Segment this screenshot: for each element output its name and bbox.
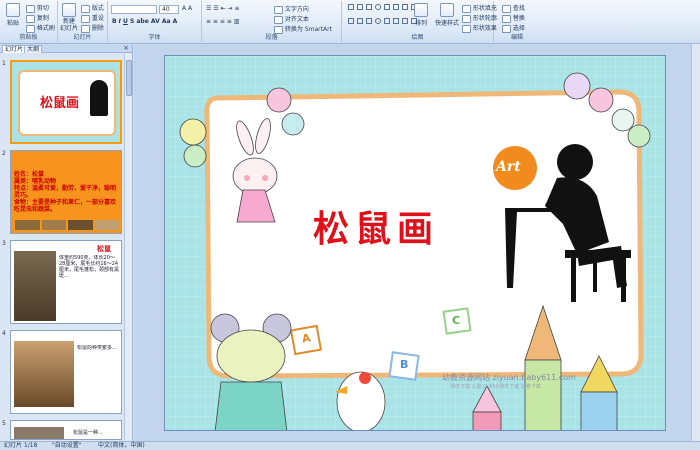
new-slide-button[interactable]: 新建 幻灯片 <box>58 3 80 32</box>
pane-tabs: 幻灯片 大纲 × <box>0 44 132 53</box>
outline-icon <box>462 14 471 23</box>
slide-thumbnail-5[interactable]: 松鼠是一种... <box>10 420 122 440</box>
tab-slides[interactable]: 幻灯片 <box>2 45 27 53</box>
slides-group: 新建 幻灯片 版式 重设 删除 幻灯片 <box>58 1 108 42</box>
thumb-line: 属类：哺乳动物 <box>14 178 57 185</box>
font-size-combo[interactable]: 40 <box>159 5 179 14</box>
slide-number: 2 <box>2 150 6 157</box>
balloon-pink-right <box>588 87 614 113</box>
current-slide[interactable]: Art 松鼠画 A B C 幼教资源网站 ziyuan.baby611.com … <box>164 55 666 431</box>
block-c-letter: C <box>452 314 461 327</box>
editing-group: 查找 替换 选择 编辑 <box>494 1 540 42</box>
list-buttons[interactable]: ☰ ☰ ⇤ ⇥ ≡ <box>206 5 239 12</box>
block-b-letter: B <box>400 358 409 371</box>
scrollbar-thumb[interactable] <box>126 60 132 96</box>
block-a-letter: A <box>300 331 312 346</box>
thumb-text: 体重约590克，体长20～28厘米，尾毛长约16～24厘米，尾毛蓬松，颈部有黑斑… <box>59 255 119 279</box>
watermark-line-2: 课件下载 儿歌 FLASH课件下载 试卷下载 <box>450 384 541 390</box>
quick-styles-button[interactable]: 快速样式 <box>434 3 460 27</box>
balloon-yellow <box>179 118 207 146</box>
slide-number: 5 <box>2 420 6 427</box>
drawing-label: 绘图 <box>411 34 424 41</box>
shapes-gallery[interactable] <box>348 4 417 30</box>
editing-label: 编辑 <box>510 34 523 41</box>
balloon-pink <box>266 87 292 113</box>
ribbon: 粘贴 剪切 复制 格式刷 剪贴板 新建 幻灯片 版式 重设 删除 幻灯片 40 … <box>0 0 700 44</box>
balloon-white <box>611 108 635 132</box>
close-icon[interactable]: × <box>123 44 129 52</box>
balloon-green <box>183 144 207 168</box>
thumb-title: 松鼠 <box>97 245 111 253</box>
slide-thumbnail-1[interactable]: 松鼠画 <box>10 60 122 144</box>
slide-title[interactable]: 松鼠画 <box>313 200 439 252</box>
thumb-line: 姓名：松鼠 <box>14 171 45 178</box>
drawing-group: 排列 快速样式 形状填充 形状轮廓 形状效果 绘图 <box>342 1 497 42</box>
squirrel-photo <box>14 341 74 407</box>
thumb-photos <box>15 220 119 230</box>
align-buttons[interactable]: ≡ ≡ ≡ ≡ ▥ <box>206 18 239 25</box>
layout-button[interactable]: 版式 <box>81 3 104 13</box>
align-text-button[interactable]: 对齐文本 <box>274 14 309 24</box>
slide-thumbnail-2[interactable]: 姓名：松鼠 属类：哺乳动物 特点：温柔可爱，勤劳，爱干净，聪明灵巧。 食物：主要… <box>10 150 122 234</box>
thumb-silhouette <box>90 80 108 116</box>
thumb-text: 松鼠的种类繁多... <box>77 345 117 351</box>
status-bar: 幻灯片 1/18 "自动设置" 中文(简体，中国) <box>0 441 700 449</box>
art-label: Art <box>496 159 521 175</box>
slide-number: 3 <box>2 240 6 247</box>
paste-button[interactable]: 粘贴 <box>2 3 24 27</box>
replace-icon <box>502 14 511 23</box>
align-text-icon <box>274 15 283 24</box>
find-icon <box>502 4 511 13</box>
clipboard-group: 粘贴 剪切 复制 格式刷 剪贴板 <box>0 1 58 42</box>
font-style-buttons[interactable]: B I U S abe AV Aa A <box>112 18 177 25</box>
clipboard-label: 剪贴板 <box>19 34 38 41</box>
grow-font-button[interactable]: A A <box>182 5 192 12</box>
reset-icon <box>81 14 90 23</box>
copy-button[interactable]: 复制 <box>26 13 49 23</box>
slides-pane: 幻灯片 大纲 × 1 松鼠画 2 姓名：松鼠 属类：哺乳动物 特点：温柔可爱，勤… <box>0 44 133 441</box>
slide-thumbnail-3[interactable]: 松鼠 体重约590克，体长20～28厘米，尾毛长约16～24厘米，尾毛蓬松，颈部… <box>10 240 122 324</box>
tab-outline[interactable]: 大纲 <box>24 45 43 53</box>
copy-icon <box>26 14 35 23</box>
balloon-green-right <box>627 124 651 148</box>
text-direction-button[interactable]: 文字方向 <box>274 4 309 14</box>
arrange-button[interactable]: 排列 <box>410 3 432 27</box>
slide-number: 4 <box>2 330 6 337</box>
paste-icon <box>6 3 20 17</box>
paragraph-label: 段落 <box>265 34 278 41</box>
squirrel-photo <box>14 251 56 321</box>
fill-icon <box>462 4 471 13</box>
font-label: 字体 <box>148 34 161 41</box>
scissors-icon <box>26 4 35 13</box>
find-button[interactable]: 查找 <box>502 3 525 13</box>
shape-fill-button[interactable]: 形状填充 <box>462 3 497 13</box>
cut-button[interactable]: 剪切 <box>26 3 49 13</box>
arrange-icon <box>414 3 428 17</box>
font-group: 40 A A B I U S abe AV Aa A 字体 <box>108 1 202 42</box>
thumb-line: 特点：温柔可爱，勤劳，爱干净，聪明灵巧。 <box>14 185 117 199</box>
thumb-text: 松鼠是一种... <box>73 430 103 436</box>
thumb-line: 食物：主要是种子和果仁，一部分喜欢吃昆虫和蔬菜。 <box>14 199 117 213</box>
balloon-blue <box>281 112 305 136</box>
slide-number: 1 <box>2 60 6 67</box>
shape-outline-button[interactable]: 形状轮廓 <box>462 13 497 23</box>
slide-thumbnail-4[interactable]: 松鼠的种类繁多... <box>10 330 122 414</box>
slides-label: 幻灯片 <box>73 34 92 41</box>
replace-button[interactable]: 替换 <box>502 13 525 23</box>
text-direction-icon <box>274 5 283 14</box>
layout-icon <box>81 4 90 13</box>
thumb-title: 松鼠画 <box>40 96 80 111</box>
font-name-combo[interactable] <box>111 5 157 14</box>
quick-styles-icon <box>440 3 454 17</box>
paragraph-group: ☰ ☰ ⇤ ⇥ ≡ ≡ ≡ ≡ ≡ ▥ 文字方向 对齐文本 转换为 SmartA… <box>202 1 342 42</box>
squirrel-photo <box>14 427 64 439</box>
balloon-lavender <box>563 72 591 100</box>
reset-button[interactable]: 重设 <box>81 13 104 23</box>
new-slide-icon <box>62 3 76 17</box>
canvas-scrollbar[interactable] <box>691 44 700 441</box>
thumbnail-scrollbar[interactable] <box>124 54 132 440</box>
watermark-line-1: 幼教资源网站 ziyuan.baby611.com <box>442 373 576 382</box>
